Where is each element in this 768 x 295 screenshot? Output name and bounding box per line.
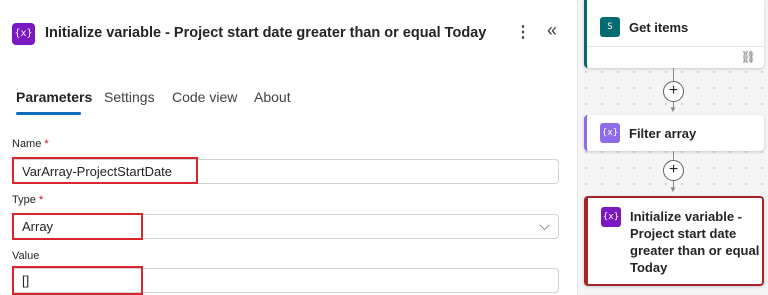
more-options-icon[interactable]: ⋮: [515, 22, 531, 42]
node-label: Get items: [629, 20, 689, 35]
tab-code-view[interactable]: Code view: [172, 89, 237, 105]
action-config-panel: {x} Initialize variable - Project start …: [0, 0, 578, 295]
type-label-text: Type: [12, 194, 36, 206]
tab-about[interactable]: About: [254, 89, 291, 105]
arrow-down-icon: ▼: [669, 105, 677, 114]
add-step-button[interactable]: +: [663, 160, 684, 181]
flow-node-get-items[interactable]: S Get items ⛓: [584, 0, 764, 68]
panel-title: Initialize variable - Project start date…: [45, 25, 487, 41]
tab-settings[interactable]: Settings: [104, 89, 155, 105]
type-label: Type *: [12, 194, 43, 206]
connector-line: [673, 68, 674, 82]
chevron-down-icon[interactable]: ⌵: [539, 217, 550, 234]
type-dropdown[interactable]: Array ⌵: [12, 214, 559, 239]
tab-parameters[interactable]: Parameters: [16, 89, 92, 105]
value-label: Value: [12, 250, 40, 262]
add-step-button[interactable]: +: [663, 81, 684, 102]
value-field[interactable]: []: [12, 268, 559, 293]
value-field-value: []: [22, 273, 30, 288]
type-dropdown-value: Array: [22, 219, 54, 234]
sharepoint-icon: S: [600, 17, 620, 37]
flow-node-initialize-variable[interactable]: {x} Initialize variable - Project start …: [584, 196, 764, 286]
link-icon[interactable]: ⛓: [741, 50, 756, 64]
required-marker: *: [44, 138, 49, 150]
collapse-panel-icon[interactable]: «: [547, 20, 557, 41]
name-label: Name *: [12, 138, 49, 150]
filter-array-icon: {x}: [600, 123, 620, 143]
active-tab-indicator: [16, 112, 81, 115]
node-label: Initialize variable - Project start date…: [630, 209, 760, 275]
name-field-value: VarArray-ProjectStartDate: [22, 164, 173, 179]
variable-icon: {x}: [12, 23, 35, 45]
variable-icon: {x}: [601, 207, 621, 227]
node-label: Filter array: [629, 126, 697, 141]
flow-node-filter-array[interactable]: {x} Filter array: [584, 115, 764, 151]
required-marker: *: [38, 194, 44, 206]
divider: [587, 46, 764, 47]
name-label-text: Name: [12, 138, 42, 150]
flow-canvas[interactable]: S Get items ⛓ + ▼ {x} Filter array + ▼ {…: [578, 0, 768, 295]
name-field[interactable]: VarArray-ProjectStartDate: [12, 159, 559, 184]
arrow-down-icon: ▼: [669, 185, 677, 194]
